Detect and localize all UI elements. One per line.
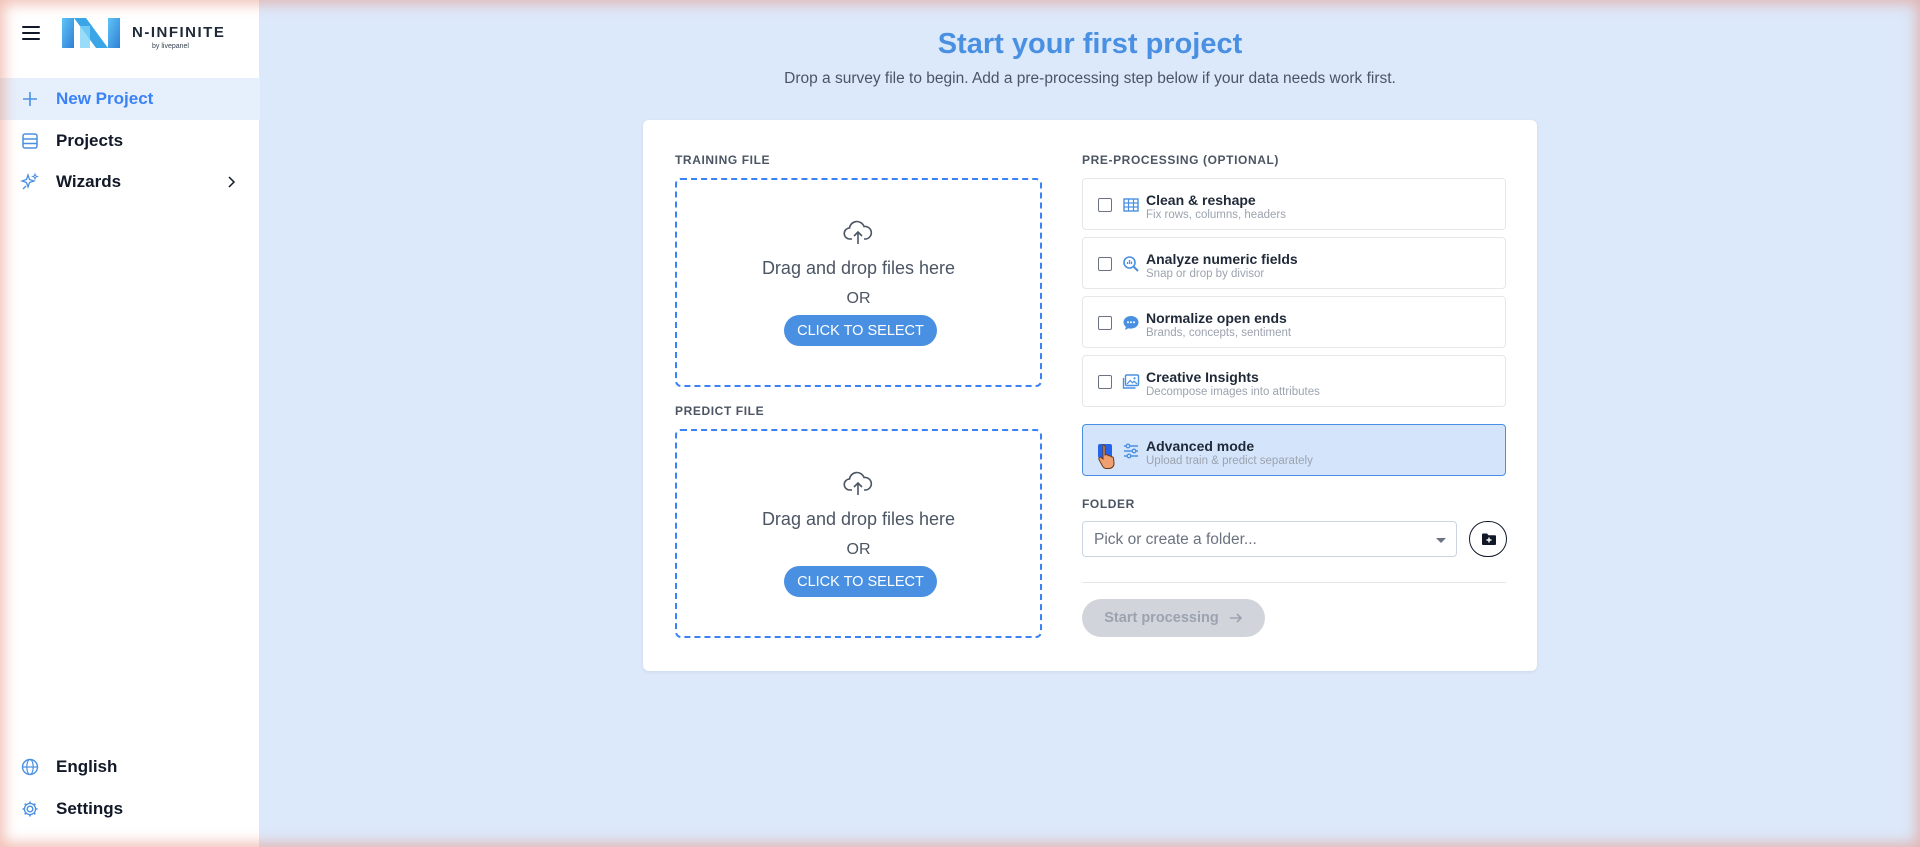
sidebar-item-projects[interactable]: Projects xyxy=(0,120,260,162)
option-checkbox[interactable] xyxy=(1098,316,1112,330)
logo-mark-icon xyxy=(62,18,120,48)
option-analyze-numeric[interactable]: Analyze numeric fields Snap or drop by d… xyxy=(1082,237,1506,289)
training-file-dropzone[interactable]: Drag and drop files here OR CLICK TO SEL… xyxy=(675,178,1042,387)
plus-icon xyxy=(23,92,37,106)
brand-name: N-INFINITE xyxy=(132,24,226,41)
option-title: Clean & reshape xyxy=(1146,192,1256,208)
predict-file-label: PREDICT FILE xyxy=(675,404,765,418)
chat-bubble-icon xyxy=(1123,316,1139,330)
option-normalize-open-ends[interactable]: Normalize open ends Brands, concepts, se… xyxy=(1082,296,1506,348)
sidebar-item-new-project[interactable]: New Project xyxy=(0,78,260,120)
dropzone-or: OR xyxy=(846,541,871,558)
training-select-button[interactable]: CLICK TO SELECT xyxy=(784,315,937,346)
page-title: Start your first project xyxy=(937,28,1243,60)
sidebar-item-label: English xyxy=(56,757,118,776)
app-logo[interactable]: N-INFINITE by livepanel xyxy=(60,14,224,54)
option-title: Normalize open ends xyxy=(1146,310,1287,326)
folder-label: FOLDER xyxy=(1082,497,1135,511)
dropzone-or: OR xyxy=(846,290,871,307)
sidebar-header: N-INFINITE by livepanel xyxy=(0,0,260,68)
sidebar-item-label: Wizards xyxy=(56,172,122,191)
brand-sub: by livepanel xyxy=(152,43,189,50)
sidebar: N-INFINITE by livepanel New Project Proj… xyxy=(0,0,260,847)
chevron-right-icon xyxy=(228,176,236,188)
training-file-label: TRAINING FILE xyxy=(675,153,771,167)
option-title: Analyze numeric fields xyxy=(1146,251,1298,267)
sidebar-item-wizards[interactable]: Wizards xyxy=(0,161,260,203)
hamburger-menu-icon[interactable] xyxy=(22,26,40,40)
folder-plus-icon xyxy=(1482,533,1496,545)
folder-select[interactable]: Pick or create a folder... xyxy=(1082,521,1457,557)
option-checkbox[interactable] xyxy=(1098,375,1112,389)
option-desc: Snap or drop by divisor xyxy=(1146,268,1265,280)
option-advanced-mode[interactable]: Advanced mode Upload train & predict sep… xyxy=(1082,424,1506,476)
predict-file-dropzone[interactable]: Drag and drop files here OR CLICK TO SEL… xyxy=(675,429,1042,638)
option-desc: Fix rows, columns, headers xyxy=(1146,209,1286,221)
upload-cloud-icon xyxy=(843,220,873,244)
option-title: Advanced mode xyxy=(1146,438,1255,454)
gear-icon xyxy=(22,801,38,817)
page-subtitle: Drop a survey file to begin. Add a pre-p… xyxy=(784,70,1396,87)
sidebar-item-settings[interactable]: Settings xyxy=(0,788,260,830)
option-title: Creative Insights xyxy=(1146,369,1259,385)
chart-search-icon xyxy=(1123,256,1139,272)
option-desc: Upload train & predict separately xyxy=(1146,455,1313,467)
divider xyxy=(1082,582,1506,583)
preprocessing-label: PRE-PROCESSING (OPTIONAL) xyxy=(1082,153,1280,167)
sidebar-item-label: Projects xyxy=(56,131,124,150)
start-processing-label: Start processing xyxy=(1104,610,1219,627)
sliders-icon xyxy=(1124,443,1138,459)
option-clean-reshape[interactable]: Clean & reshape Fix rows, columns, heade… xyxy=(1082,178,1506,230)
folder-placeholder: Pick or create a folder... xyxy=(1094,531,1257,548)
option-checkbox[interactable] xyxy=(1098,198,1112,212)
option-creative-insights[interactable]: Creative Insights Decompose images into … xyxy=(1082,355,1506,407)
list-icon xyxy=(22,133,38,149)
dropzone-text: Drag and drop files here xyxy=(761,258,956,278)
option-desc: Brands, concepts, sentiment xyxy=(1146,327,1292,339)
upload-cloud-icon xyxy=(843,471,873,495)
option-desc: Decompose images into attributes xyxy=(1146,386,1320,398)
sidebar-item-label: New Project xyxy=(56,89,154,108)
caret-down-icon xyxy=(1436,538,1446,543)
create-folder-button[interactable] xyxy=(1469,521,1507,557)
arrow-right-icon xyxy=(1229,613,1242,623)
new-project-card: TRAINING FILE Drag and drop files here O… xyxy=(643,120,1537,671)
grid-icon xyxy=(1123,198,1139,212)
sparkles-icon xyxy=(20,172,39,190)
sidebar-item-language[interactable]: English xyxy=(0,746,260,788)
images-icon xyxy=(1122,374,1140,389)
sidebar-item-label: Settings xyxy=(56,799,124,818)
predict-select-button[interactable]: CLICK TO SELECT xyxy=(784,566,937,597)
globe-icon xyxy=(21,758,39,776)
start-processing-button[interactable]: Start processing xyxy=(1082,599,1265,637)
dropzone-text: Drag and drop files here xyxy=(761,509,956,529)
option-checkbox[interactable] xyxy=(1098,257,1112,271)
mouse-cursor-icon xyxy=(1098,444,1115,469)
